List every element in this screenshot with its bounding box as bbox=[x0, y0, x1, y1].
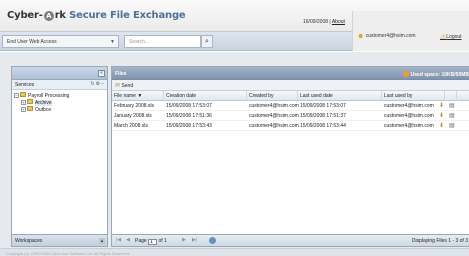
expand-up-icon[interactable]: ▲ bbox=[99, 238, 105, 244]
workspaces-bar[interactable]: Workspaces ▲ bbox=[12, 234, 107, 246]
search-icon[interactable]: ⌕ bbox=[201, 35, 213, 48]
left-panel-header: « bbox=[12, 67, 107, 80]
grid-header: File name ▼ Creation date Created by Las… bbox=[112, 91, 469, 101]
files-header: Files Used space: 10KB/50MB bbox=[112, 67, 469, 80]
folder-icon bbox=[27, 99, 33, 104]
app-logo: Cyber- Ark Secure File Exchange bbox=[7, 10, 186, 21]
properties-icon[interactable]: ▤ bbox=[447, 111, 457, 121]
display-count: Displaying Files 1 - 3 of 3 bbox=[411, 238, 468, 244]
properties-icon[interactable]: ▤ bbox=[447, 101, 457, 111]
column-header-file-name[interactable]: File name ▼ bbox=[112, 91, 164, 101]
date-display: 16/09/2008 | About bbox=[303, 19, 345, 25]
last-page-icon[interactable]: ▶| bbox=[192, 237, 197, 243]
expand-toggle-icon[interactable]: + bbox=[21, 100, 26, 105]
table-row[interactable]: March 2008.xls 15/09/2008 17:53:43 custo… bbox=[112, 121, 469, 131]
tree-item-outbox[interactable]: + Outbox bbox=[14, 106, 107, 113]
nav-bar: End User Web Access ▼ Search... ⌕ bbox=[0, 32, 352, 51]
copyright-bar: Copyright (c) 1999-2008 Cyber-Ark Softwa… bbox=[0, 248, 469, 256]
refresh-icon[interactable] bbox=[209, 237, 216, 244]
download-icon[interactable]: ⬇ bbox=[437, 121, 445, 131]
send-button[interactable]: ✉ Send bbox=[115, 83, 133, 89]
expand-toggle-icon[interactable]: + bbox=[21, 107, 26, 112]
prev-page-icon[interactable]: ◀ bbox=[126, 237, 130, 243]
folder-tree: − Payroll Processing + Archive + Outbox bbox=[12, 90, 107, 113]
sort-arrow-icon: ▼ bbox=[137, 93, 143, 99]
column-header-created-by[interactable]: Created by bbox=[247, 91, 298, 101]
table-row[interactable]: January 2008.xls 15/09/2008 17:51:36 cus… bbox=[112, 111, 469, 121]
panel-tools-icon[interactable]: ↻⚙− bbox=[90, 81, 105, 87]
logout-link[interactable]: ⚠Logout bbox=[440, 33, 462, 41]
column-header-last-used-by[interactable]: Last used by bbox=[382, 91, 445, 101]
logo-mark-icon: A bbox=[43, 11, 54, 21]
send-icon: ✉ bbox=[115, 83, 121, 89]
files-toolbar: ✉ Send bbox=[112, 80, 469, 91]
pagination-bar: |◀ ◀ Page of 1 ▶ ▶| Displaying Files 1 -… bbox=[112, 234, 469, 246]
left-panel: « Services ↻⚙− − Payroll Processing + Arch… bbox=[11, 66, 108, 247]
chevron-down-icon: ▼ bbox=[110, 39, 115, 45]
access-select[interactable]: End User Web Access ▼ bbox=[2, 35, 119, 48]
disk-icon bbox=[402, 71, 409, 77]
properties-icon[interactable]: ▤ bbox=[447, 121, 457, 131]
search-input[interactable]: Search... bbox=[124, 35, 201, 48]
download-icon[interactable]: ⬇ bbox=[437, 111, 445, 121]
column-header-blank bbox=[445, 91, 457, 101]
table-row[interactable]: February 2008.xls 15/09/2008 17:53:07 cu… bbox=[112, 101, 469, 111]
user-email: ☻ customer4@hsim.com bbox=[357, 33, 416, 40]
files-panel: Files Used space: 10KB/50MB ✉ Send File … bbox=[111, 66, 469, 247]
used-space: Used space: 10KB/50MB bbox=[402, 71, 469, 78]
folder-icon bbox=[20, 92, 26, 97]
folder-icon bbox=[27, 106, 33, 111]
tree-item-payroll[interactable]: − Payroll Processing bbox=[14, 92, 107, 99]
column-header-creation-date[interactable]: Creation date bbox=[164, 91, 247, 101]
download-icon[interactable]: ⬇ bbox=[437, 101, 445, 111]
collapse-toggle-icon[interactable]: − bbox=[14, 93, 19, 98]
next-page-icon[interactable]: ▶ bbox=[182, 237, 186, 243]
collapse-icon[interactable]: « bbox=[98, 70, 105, 77]
user-panel bbox=[352, 11, 469, 51]
user-icon: ☻ bbox=[357, 33, 365, 40]
services-header: Services ↻⚙− bbox=[12, 80, 107, 90]
column-header-last-used-date[interactable]: Last used date bbox=[298, 91, 382, 101]
first-page-icon[interactable]: |◀ bbox=[116, 237, 121, 243]
tree-item-archive[interactable]: + Archive bbox=[14, 99, 107, 106]
page-indicator: Page of 1 bbox=[135, 238, 167, 245]
about-link[interactable]: About bbox=[332, 19, 345, 25]
page-number-input[interactable] bbox=[148, 239, 158, 245]
